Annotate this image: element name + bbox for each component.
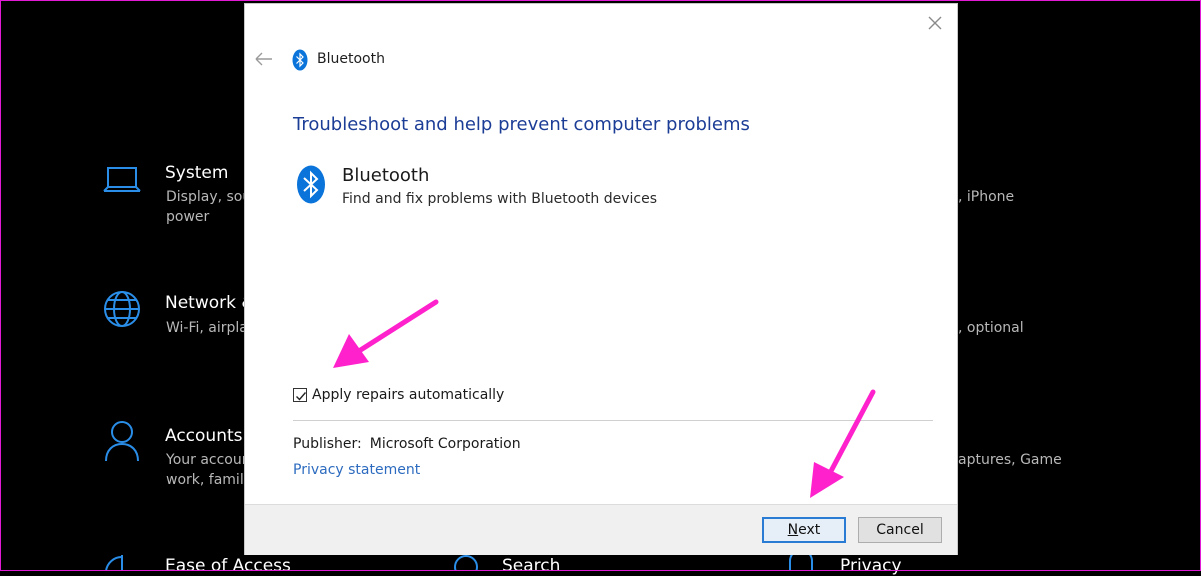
next-button[interactable]: Next — [762, 517, 846, 543]
settings-category-title: Ease of Access — [165, 556, 291, 576]
settings-category-desc: Wi-Fi, airpla — [166, 320, 248, 336]
settings-category-desc: power — [166, 209, 210, 225]
publisher-info: Publisher: Microsoft Corporation — [293, 436, 521, 452]
bluetooth-icon — [297, 165, 325, 204]
settings-category-title: System — [165, 163, 229, 183]
publisher-label: Publisher: — [293, 436, 362, 452]
dialog-title: Bluetooth — [317, 51, 385, 67]
troubleshooter-description: Find and fix problems with Bluetooth dev… — [342, 191, 657, 207]
apply-repairs-checkbox[interactable]: Apply repairs automatically — [293, 387, 504, 403]
checkbox-label: Apply repairs automatically — [312, 387, 505, 403]
dialog-footer: Next Cancel — [245, 504, 957, 555]
settings-category-desc-fragment: , iPhone — [958, 189, 1015, 205]
privacy-icon — [789, 553, 813, 571]
next-button-label: ext — [798, 522, 821, 538]
divider — [293, 420, 933, 421]
checkmark-icon — [296, 392, 307, 401]
person-icon — [105, 421, 139, 462]
settings-category-title: Search — [502, 556, 561, 576]
ease-of-access-icon — [105, 555, 123, 571]
settings-category-desc: Your accoun — [166, 452, 251, 468]
troubleshooter-dialog: Bluetooth Troubleshoot and help prevent … — [245, 4, 957, 555]
bluetooth-icon — [292, 49, 308, 71]
settings-category-desc-fragment: , optional — [958, 320, 1024, 336]
settings-category-desc: Display, sou — [166, 189, 252, 205]
search-icon — [454, 555, 478, 571]
settings-category-title: Network & — [165, 293, 255, 313]
next-button-mnemonic: N — [787, 522, 799, 538]
settings-category-desc: work, family — [166, 472, 252, 488]
back-arrow-icon[interactable] — [253, 50, 275, 68]
close-icon[interactable] — [924, 12, 946, 34]
troubleshooter-name: Bluetooth — [342, 165, 430, 186]
publisher-value: Microsoft Corporation — [369, 436, 521, 452]
laptop-icon — [103, 167, 141, 192]
privacy-statement-link[interactable]: Privacy statement — [293, 462, 420, 478]
dialog-heading: Troubleshoot and help prevent computer p… — [293, 114, 750, 135]
cancel-button[interactable]: Cancel — [858, 517, 942, 543]
checkbox-box[interactable] — [293, 388, 307, 402]
settings-category-desc-fragment: aptures, Game — [958, 452, 1062, 468]
globe-icon — [104, 291, 140, 327]
settings-category-title: Accounts — [165, 426, 243, 446]
settings-category-title: Privacy — [840, 556, 902, 576]
